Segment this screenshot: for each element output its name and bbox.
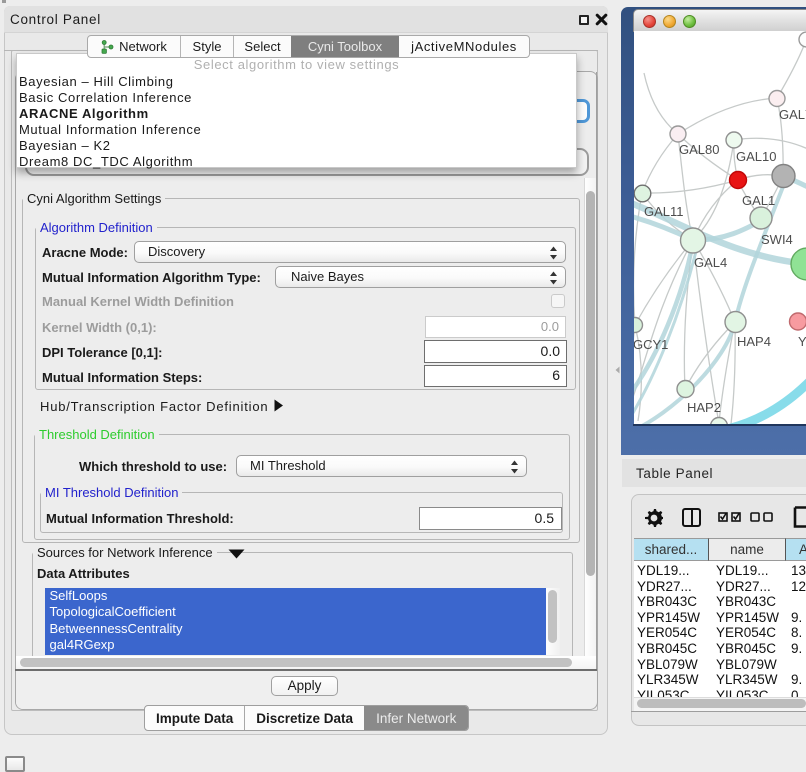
svg-text:Y: Y bbox=[798, 334, 806, 349]
svg-text:GCY1: GCY1 bbox=[634, 337, 668, 352]
svg-text:HAP4: HAP4 bbox=[737, 334, 771, 349]
svg-text:GAL10: GAL10 bbox=[736, 149, 776, 164]
svg-text:SWI4: SWI4 bbox=[761, 232, 793, 247]
svg-text:GAL11: GAL11 bbox=[644, 204, 684, 219]
svg-text:GAL4: GAL4 bbox=[694, 255, 727, 270]
svg-text:GAL7: GAL7 bbox=[779, 107, 806, 122]
svg-text:GAL1: GAL1 bbox=[742, 193, 775, 208]
svg-text:HAP2: HAP2 bbox=[687, 400, 721, 415]
svg-text:GAL80: GAL80 bbox=[679, 142, 719, 157]
